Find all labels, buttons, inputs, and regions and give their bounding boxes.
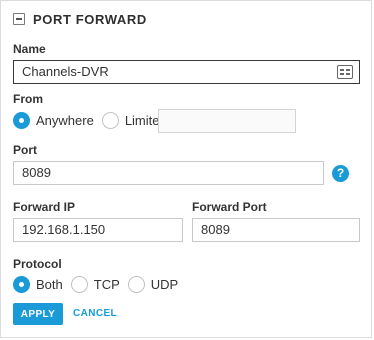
protocol-radio-group: Both TCP UDP [13,276,186,293]
radio-both[interactable] [13,276,30,293]
radio-tcp-label[interactable]: TCP [94,277,120,292]
forward-port-input[interactable]: 8089 [192,218,360,242]
panel-header[interactable]: PORT FORWARD [13,9,147,29]
protocol-label: Protocol [13,257,62,271]
radio-both-label[interactable]: Both [36,277,63,292]
radio-udp-label[interactable]: UDP [151,277,178,292]
name-input[interactable]: Channels-DVR [13,60,360,84]
from-radio-group: Anywhere Limited [13,112,175,129]
name-label: Name [13,42,46,56]
radio-limited[interactable] [101,112,119,129]
panel-title: PORT FORWARD [33,11,147,27]
limited-source-input[interactable] [158,109,296,133]
radio-tcp[interactable] [70,276,88,293]
forward-port-label: Forward Port [192,200,267,214]
radio-udp[interactable] [127,276,145,293]
help-icon[interactable]: ? [332,165,349,182]
forward-ip-label: Forward IP [13,200,76,214]
from-label: From [13,92,43,106]
id-card-icon[interactable] [337,65,353,79]
radio-anywhere-label[interactable]: Anywhere [36,113,94,128]
forward-ip-input[interactable]: 192.168.1.150 [13,218,183,242]
name-value: Channels-DVR [22,64,109,79]
apply-button[interactable]: APPLY [13,303,63,325]
port-input[interactable]: 8089 [13,161,324,185]
cancel-button[interactable]: CANCEL [73,303,117,325]
port-label: Port [13,143,37,157]
radio-anywhere[interactable] [13,112,30,129]
minus-square-icon[interactable] [13,13,25,25]
port-forward-panel: PORT FORWARD Name Channels-DVR From Anyw… [0,0,372,338]
